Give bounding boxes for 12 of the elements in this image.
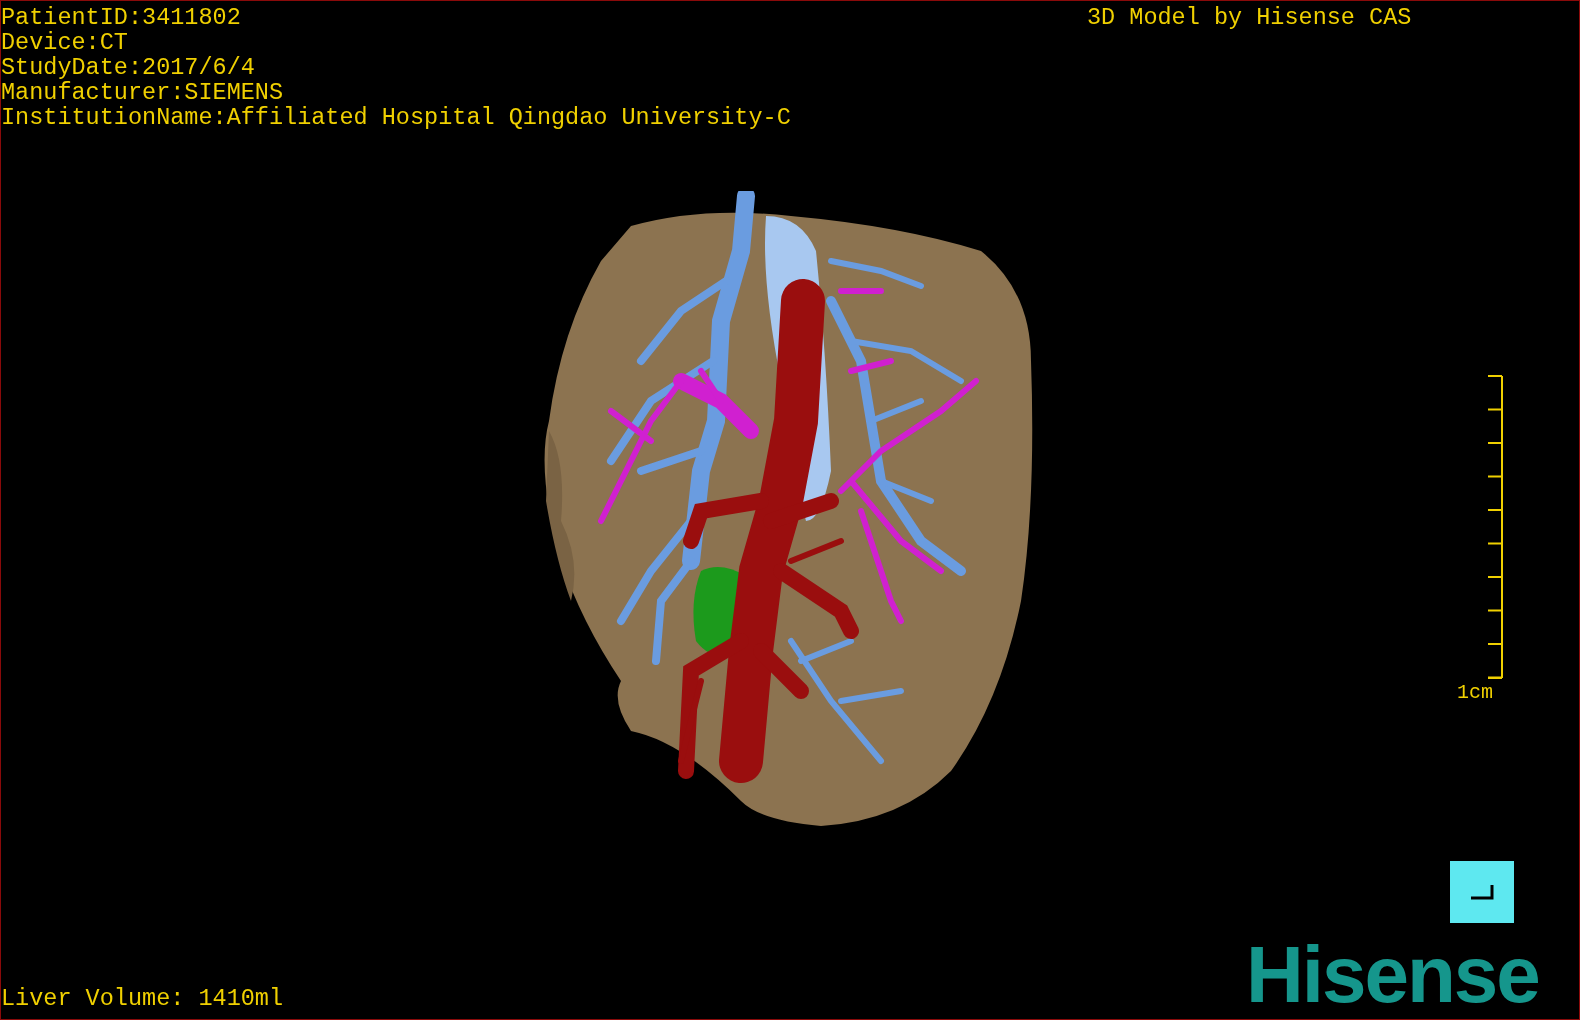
info-line: Device:CT — [1, 30, 128, 55]
info-line: InstitutionName:Affiliated Hospital Qingdao University-C — [1, 105, 791, 130]
corner-icon — [1469, 883, 1495, 901]
info-line: StudyDate:2017/6/4 — [1, 55, 255, 80]
scale-bar-icon — [1486, 375, 1504, 679]
corner-button[interactable] — [1450, 861, 1514, 923]
brand-logo: Hisense — [1246, 935, 1539, 1015]
liver-volume-label: Liver Volume: 1410ml — [1, 986, 284, 1011]
info-line: PatientID:3411802 — [1, 5, 241, 30]
info-line: Manufacturer:SIEMENS — [1, 80, 284, 105]
model-credit-label: 3D Model by Hisense CAS — [1087, 5, 1412, 30]
scale-label: 1cm — [1457, 681, 1493, 705]
